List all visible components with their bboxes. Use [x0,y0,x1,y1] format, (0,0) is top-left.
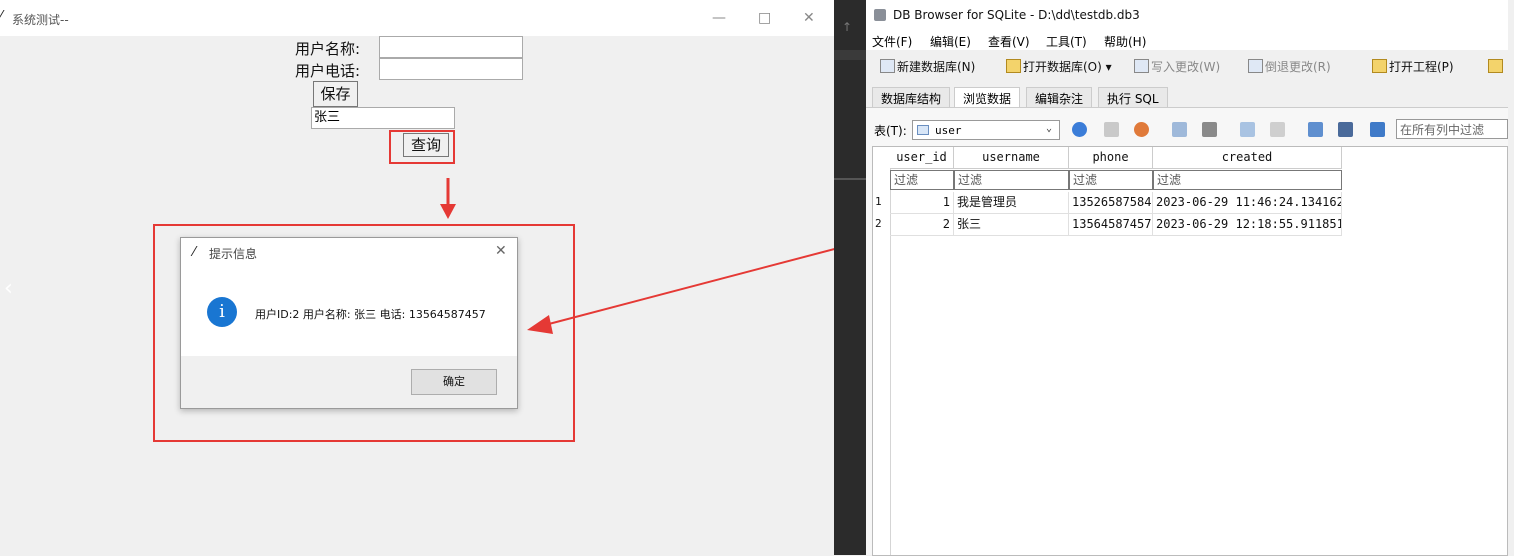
column-header-phone[interactable]: phone [1069,147,1153,169]
ok-button[interactable]: 确定 [411,369,497,395]
dialog-footer: 确定 [181,356,517,408]
info-dialog: ⁄ 提示信息 ✕ i 用户ID:2 用户名称: 张三 电话: 135645874… [180,237,518,409]
table-cell-created[interactable]: 2023-06-29 11:46:24.134162 [1153,192,1342,214]
tab-edit-pragmas[interactable]: 编辑杂注 [1026,87,1093,107]
table-cell-user-id[interactable]: 1 [890,192,954,214]
filter-all-columns-input[interactable]: 在所有列中过滤 [1396,119,1508,139]
editor-fragment [834,178,866,180]
tab-execute-sql[interactable]: 执行 SQL [1098,87,1168,107]
left-chevron-icon[interactable]: ‹ [4,276,13,301]
tk-window: ⁄ 系统测试-- — □ ✕ 用户名称: 用户电话: 保存 张三 查询 ⁄ 提示… [0,0,904,555]
print-icon[interactable] [1202,122,1217,137]
open-project-icon [1372,59,1387,73]
column-header-created[interactable]: created [1153,147,1342,169]
up-arrow-icon: ↑ [842,20,853,34]
clear-filters-icon[interactable] [1104,122,1119,137]
table-cell-created[interactable]: 2023-06-29 12:18:55.911851 [1153,214,1342,236]
write-changes-icon [1134,59,1149,73]
menu-bar: 文件(F) 编辑(E) 查看(V) 工具(T) 帮助(H) [866,30,1508,50]
chevron-down-icon: ⌄ [1046,123,1053,134]
toolbar: 新建数据库(N) 打开数据库(O) ▾ 写入更改(W) 倒退更改(R) 打开工程… [866,50,1508,84]
table-select-value: user [935,124,962,137]
table-cell-username[interactable]: 张三 [954,214,1069,236]
table-cell-phone[interactable]: 13526587584 [1069,192,1153,214]
table-cell-phone[interactable]: 13564587457 [1069,214,1153,236]
open-database-label: 打开数据库(O) [1023,60,1102,74]
info-icon: i [207,297,237,327]
data-grid: user_id username phone created 过滤 过滤 过滤 … [872,146,1508,556]
filter-user-id[interactable]: 过滤 [890,170,954,190]
menu-file[interactable]: 文件(F) [872,33,912,50]
delete-record-icon[interactable] [1270,122,1285,137]
insert-record-icon[interactable] [1240,122,1255,137]
filter-username[interactable]: 过滤 [954,170,1069,190]
open-database-icon [1006,59,1021,73]
revert-changes-icon [1248,59,1263,73]
dbb-titlebar: DB Browser for SQLite - D:\dd\testdb.db3 [866,0,1508,30]
tab-browse-data[interactable]: 浏览数据 [954,87,1021,107]
write-changes-label: 写入更改(W) [1151,60,1221,74]
text-format-icon[interactable] [1370,122,1385,137]
filter-created[interactable]: 过滤 [1153,170,1342,190]
column-header-user-id[interactable]: user_id [890,147,954,169]
dbb-window-title: DB Browser for SQLite - D:\dd\testdb.db3 [893,8,1140,22]
new-database-icon [880,59,895,73]
dialog-message: 用户ID:2 用户名称: 张三 电话: 13564587457 [255,308,486,321]
new-database-button[interactable]: 新建数据库(N) [880,58,975,75]
db-browser-window: DB Browser for SQLite - D:\dd\testdb.db3… [866,0,1508,556]
open-project-button[interactable]: 打开工程(P) [1372,58,1454,75]
row-number[interactable]: 1 [873,192,890,214]
menu-tools[interactable]: 工具(T) [1046,33,1087,50]
tab-bar: 数据库结构 浏览数据 编辑杂注 执行 SQL [866,87,1508,107]
filter-phone[interactable]: 过滤 [1069,170,1153,190]
table-select[interactable]: user ⌄ [912,120,1060,140]
tab-db-structure[interactable]: 数据库结构 [872,87,951,107]
menu-help[interactable]: 帮助(H) [1104,33,1146,50]
feather-icon: ⁄ [193,245,196,260]
dialog-close-button[interactable]: ✕ [495,243,507,259]
dialog-title: 提示信息 [209,247,258,261]
clear-sort-icon[interactable] [1134,122,1149,137]
down-arrow-head [440,204,456,219]
editor-fragment [834,50,866,60]
database-icon [874,9,886,21]
open-database-button[interactable]: 打开数据库(O) ▾ [1006,58,1112,75]
revert-changes-label: 倒退更改(R) [1265,60,1331,74]
column-header-username[interactable]: username [954,147,1069,169]
write-changes-button[interactable]: 写入更改(W) [1134,58,1220,75]
table-cell-user-id[interactable]: 2 [890,214,954,236]
table-cell-username[interactable]: 我是管理员 [954,192,1069,214]
menu-edit[interactable]: 编辑(E) [930,33,971,50]
find-replace-icon[interactable] [1338,122,1353,137]
table-label: 表(T): [874,124,907,138]
revert-changes-button[interactable]: 倒退更改(R) [1248,58,1331,75]
new-database-label: 新建数据库(N) [897,60,976,74]
row-number[interactable]: 2 [873,214,890,236]
editor-strip: ↑ [834,0,866,555]
find-icon[interactable] [1308,122,1323,137]
save-table-icon[interactable] [1172,122,1187,137]
menu-view[interactable]: 查看(V) [988,33,1030,50]
refresh-icon[interactable] [1072,122,1087,137]
browse-data-panel: 表(T): user ⌄ 在所有列中过滤 user_id username ph… [866,107,1508,556]
open-project-label: 打开工程(P) [1389,60,1454,74]
table-icon [917,125,929,135]
save-project-icon[interactable] [1488,59,1503,73]
